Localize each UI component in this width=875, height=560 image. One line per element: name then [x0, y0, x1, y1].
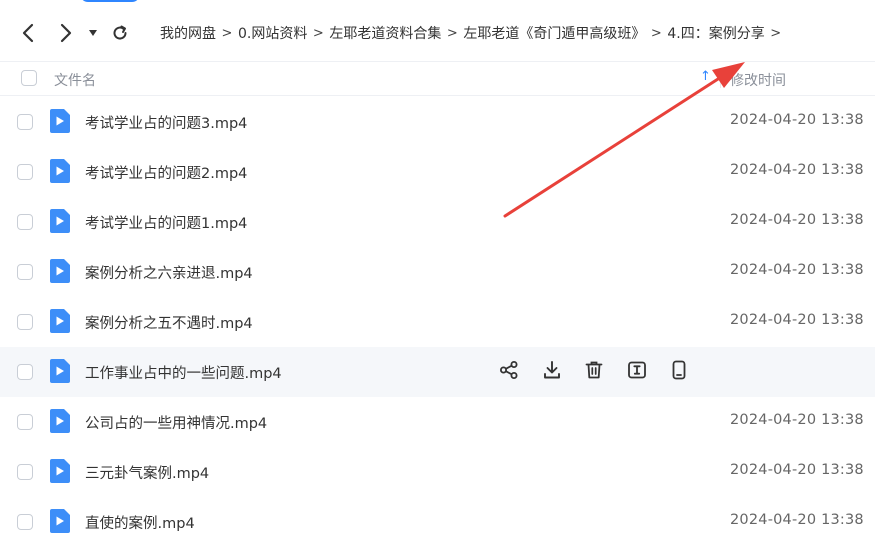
file-name[interactable]: 考试学业占的问题2.mp4 [85, 162, 247, 183]
chevron-right-icon: > [770, 25, 782, 41]
row-checkbox[interactable] [17, 214, 33, 230]
file-modified-time: 2024-04-20 13:38 [730, 412, 864, 428]
row-checkbox[interactable] [17, 414, 33, 430]
file-name[interactable]: 三元卦气案例.mp4 [85, 462, 209, 483]
history-dropdown-button[interactable] [83, 20, 103, 46]
file-row[interactable]: 工作事业占中的一些问题.mp4 [0, 347, 875, 397]
file-modified-time: 2024-04-20 13:38 [730, 162, 864, 178]
file-modified-time: 2024-04-20 13:38 [730, 462, 864, 478]
active-tab-indicator [80, 0, 140, 2]
select-all-checkbox[interactable] [21, 70, 37, 86]
video-file-icon [48, 409, 70, 433]
video-file-icon [48, 259, 70, 283]
file-name[interactable]: 案例分析之六亲进退.mp4 [85, 262, 253, 283]
file-row[interactable]: 考试学业占的问题2.mp4 2024-04-20 13:38 [0, 147, 875, 197]
chevron-right-icon: > [221, 25, 233, 41]
file-row[interactable]: 考试学业占的问题1.mp4 2024-04-20 13:38 [0, 197, 875, 247]
column-header-modified-time[interactable]: 修改时间 [730, 70, 786, 90]
row-checkbox[interactable] [17, 164, 33, 180]
phone-icon [669, 360, 689, 384]
back-button[interactable] [15, 20, 41, 46]
send-to-phone-button[interactable] [667, 360, 691, 384]
refresh-icon [113, 25, 127, 40]
file-list-header: 文件名 ↑ 修改时间 [0, 62, 875, 96]
file-name[interactable]: 考试学业占的问题3.mp4 [85, 112, 247, 133]
rename-button[interactable] [625, 360, 649, 384]
toolbar: 我的网盘 > 0.网站资料 > 左耶老道资料合集 > 左耶老道《奇门遁甲高级班》… [0, 0, 875, 62]
file-name[interactable]: 直使的案例.mp4 [85, 512, 195, 533]
breadcrumb-item-current[interactable]: 4.四：案例分享 [667, 23, 764, 43]
file-modified-time: 2024-04-20 13:38 [730, 112, 864, 128]
breadcrumb-item[interactable]: 左耶老道《奇门遁甲高级班》 [463, 23, 645, 43]
column-divider[interactable] [720, 70, 721, 88]
video-file-icon [48, 459, 70, 483]
file-name[interactable]: 案例分析之五不遇时.mp4 [85, 312, 253, 333]
download-icon [542, 360, 562, 384]
chevron-right-icon: > [312, 25, 324, 41]
row-actions [497, 360, 710, 384]
chevron-right-icon: > [650, 25, 662, 41]
file-row[interactable]: 公司占的一些用神情况.mp4 2024-04-20 13:38 [0, 397, 875, 447]
file-row[interactable]: 案例分析之六亲进退.mp4 2024-04-20 13:38 [0, 247, 875, 297]
delete-icon [584, 360, 604, 384]
column-header-name[interactable]: 文件名 [54, 70, 96, 90]
row-checkbox[interactable] [17, 464, 33, 480]
video-file-icon [48, 109, 70, 133]
breadcrumb: 我的网盘 > 0.网站资料 > 左耶老道资料合集 > 左耶老道《奇门遁甲高级班》… [160, 21, 787, 45]
rename-icon [627, 360, 647, 384]
video-file-icon [48, 359, 70, 383]
video-file-icon [48, 509, 70, 533]
download-button[interactable] [540, 360, 564, 384]
delete-button[interactable] [582, 360, 606, 384]
file-name[interactable]: 公司占的一些用神情况.mp4 [85, 412, 267, 433]
file-row[interactable]: 考试学业占的问题3.mp4 2024-04-20 13:38 [0, 97, 875, 147]
breadcrumb-item[interactable]: 0.网站资料 [238, 23, 307, 43]
breadcrumb-item[interactable]: 我的网盘 [160, 23, 216, 43]
sort-ascending-icon[interactable]: ↑ [700, 69, 711, 84]
file-name[interactable]: 工作事业占中的一些问题.mp4 [85, 362, 282, 383]
refresh-button[interactable] [107, 20, 133, 46]
row-checkbox[interactable] [17, 514, 33, 530]
chevron-right-icon [60, 23, 72, 43]
video-file-icon [48, 159, 70, 183]
file-row[interactable]: 案例分析之五不遇时.mp4 2024-04-20 13:38 [0, 297, 875, 347]
video-file-icon [48, 209, 70, 233]
chevron-right-icon: > [446, 25, 458, 41]
share-button[interactable] [497, 360, 521, 384]
video-file-icon [48, 309, 70, 333]
caret-down-icon [89, 30, 97, 36]
file-modified-time: 2024-04-20 13:38 [730, 312, 864, 328]
file-row[interactable]: 直使的案例.mp4 2024-04-20 13:38 [0, 497, 875, 547]
row-checkbox[interactable] [17, 114, 33, 130]
forward-button[interactable] [53, 20, 79, 46]
file-modified-time: 2024-04-20 13:38 [730, 262, 864, 278]
file-row[interactable]: 三元卦气案例.mp4 2024-04-20 13:38 [0, 447, 875, 497]
share-icon [499, 360, 519, 384]
file-modified-time: 2024-04-20 13:38 [730, 212, 864, 228]
row-checkbox[interactable] [17, 364, 33, 380]
file-modified-time: 2024-04-20 13:38 [730, 512, 864, 528]
file-name[interactable]: 考试学业占的问题1.mp4 [85, 212, 247, 233]
breadcrumb-item[interactable]: 左耶老道资料合集 [329, 23, 441, 43]
row-checkbox[interactable] [17, 264, 33, 280]
chevron-left-icon [22, 23, 34, 43]
row-checkbox[interactable] [17, 314, 33, 330]
